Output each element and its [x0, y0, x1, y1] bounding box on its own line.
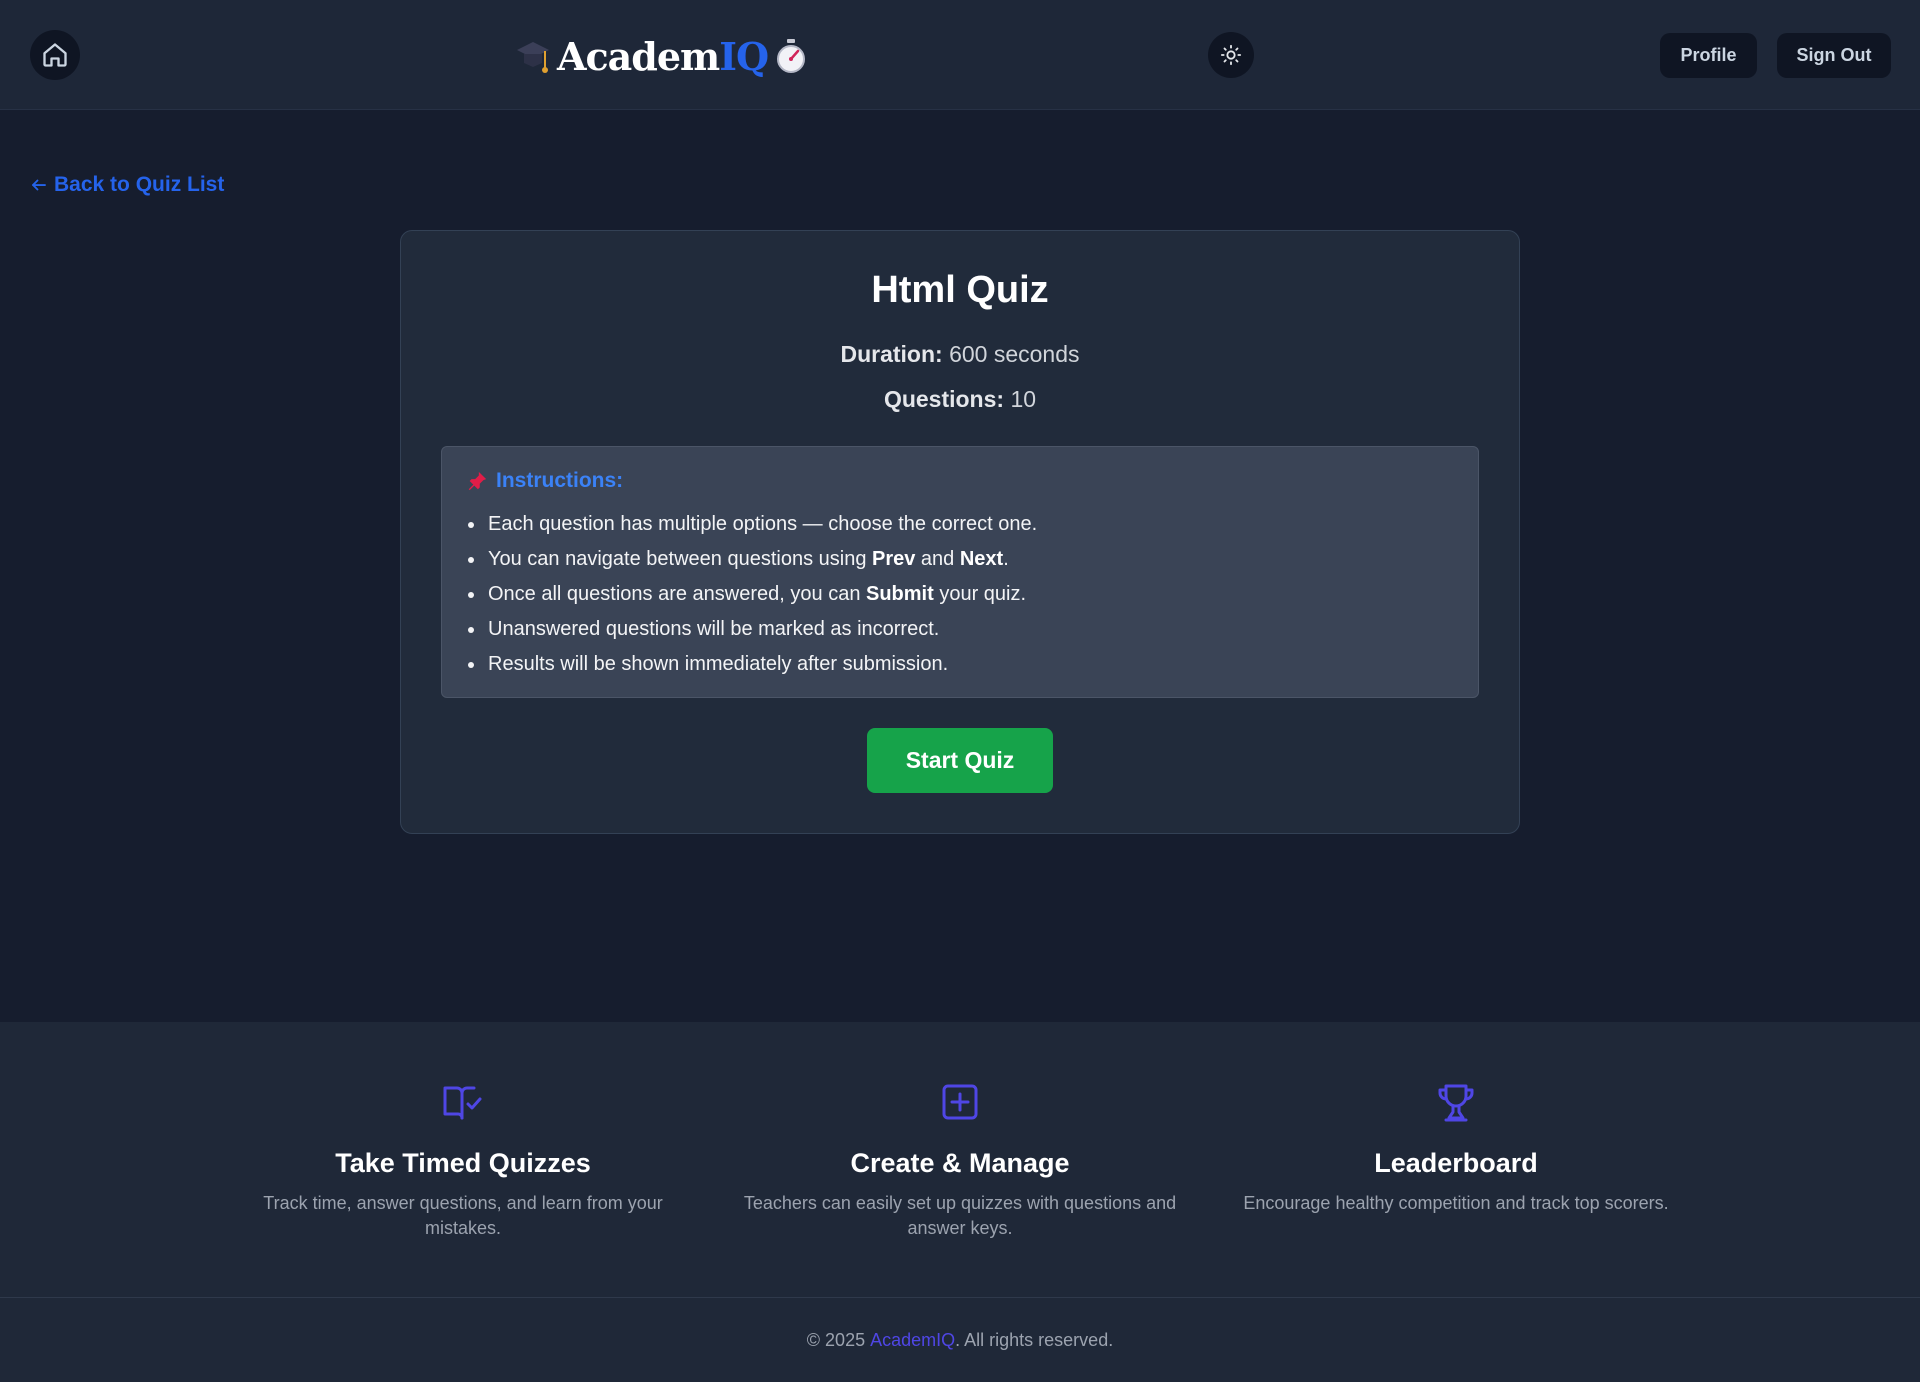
instruction-item: Unanswered questions will be marked as i… — [466, 612, 1037, 647]
instructions-panel: Instructions: Each question has multiple… — [441, 446, 1479, 698]
book-check-icon — [443, 1086, 482, 1120]
feature-title: Take Timed Quizzes — [335, 1148, 591, 1178]
quiz-question-count: Questions: 10 — [401, 386, 1519, 413]
instruction-item: Once all questions are answered, you can… — [466, 577, 1037, 612]
instructions-list: Each question has multiple options — cho… — [466, 507, 1037, 682]
feature-description: Encourage healthy competition and track … — [1243, 1193, 1669, 1213]
questions-label: Questions: — [883, 386, 1005, 412]
features-section: Take Timed Quizzes Track time, answer qu… — [0, 1022, 1920, 1297]
quiz-duration: Duration: 600 seconds — [401, 341, 1519, 368]
instruction-item: Each question has multiple options — cho… — [466, 507, 1037, 542]
instructions-title: Instructions: — [496, 469, 624, 492]
footer-rights: . All rights reserved. — [955, 1329, 1114, 1350]
feature-timed-quizzes: Take Timed Quizzes Track time, answer qu… — [243, 1082, 683, 1241]
stopwatch-icon — [777, 39, 806, 73]
feature-leaderboard: Leaderboard Encourage healthy competitio… — [1236, 1082, 1676, 1216]
back-link-label: Back to Quiz List — [54, 173, 225, 196]
app-logo[interactable]: AcademIQ — [515, 28, 808, 84]
home-button[interactable] — [30, 30, 80, 80]
footer: © 2025 AcademIQ. All rights reserved. — [0, 1297, 1920, 1382]
feature-description: Track time, answer questions, and learn … — [263, 1193, 663, 1238]
profile-button[interactable]: Profile — [1660, 33, 1757, 78]
start-quiz-button[interactable]: Start Quiz — [867, 728, 1053, 793]
trophy-icon — [1438, 1084, 1474, 1122]
instructions-heading: Instructions: — [466, 469, 623, 493]
pushpin-icon — [468, 471, 487, 491]
duration-value: 600 seconds — [949, 341, 1080, 367]
logo-text-iq: IQ — [719, 33, 769, 79]
top-navbar: AcademIQ Profile Sign Out — [0, 0, 1920, 110]
duration-label: Duration: — [840, 341, 943, 367]
feature-description: Teachers can easily set up quizzes with … — [743, 1193, 1177, 1238]
graduation-cap-icon — [517, 42, 549, 73]
logo-text-academ: Academ — [557, 33, 720, 79]
back-to-quiz-list-link[interactable]: Back to Quiz List — [30, 171, 224, 199]
questions-value: 10 — [1010, 386, 1037, 412]
instruction-item: You can navigate between questions using… — [466, 542, 1037, 577]
quiz-card: Html Quiz Duration: 600 seconds Question… — [400, 230, 1520, 834]
arrow-left-icon — [32, 179, 46, 191]
home-icon — [43, 43, 67, 67]
footer-brand-link[interactable]: AcademIQ — [870, 1330, 955, 1351]
sun-icon — [1220, 44, 1242, 66]
feature-title: Leaderboard — [1374, 1148, 1538, 1178]
feature-create-manage: Create & Manage Teachers can easily set … — [740, 1082, 1180, 1241]
feature-title: Create & Manage — [850, 1148, 1070, 1178]
sign-out-button[interactable]: Sign Out — [1777, 33, 1891, 78]
plus-square-icon — [942, 1084, 978, 1120]
quiz-title: Html Quiz — [871, 269, 1049, 311]
instruction-item: Results will be shown immediately after … — [466, 647, 1037, 682]
theme-toggle-button[interactable] — [1208, 32, 1254, 78]
footer-copyright: © 2025 — [806, 1329, 871, 1350]
